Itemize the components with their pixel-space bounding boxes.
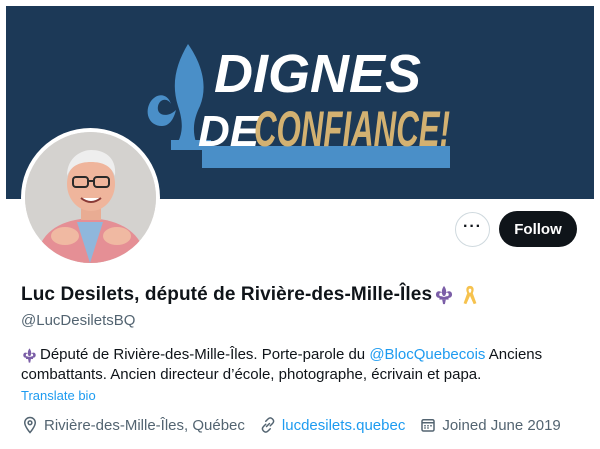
- translate-bio-link[interactable]: Translate bio: [21, 388, 96, 403]
- banner-headline-line1: DIGNES: [214, 44, 421, 104]
- bio-line-2: combattants. Ancien directeur d’école, p…: [21, 366, 482, 383]
- banner-headline-main: CONFIANCE!: [254, 101, 450, 157]
- bio-text: Député de Rivière-des-Mille-Îles. Porte-…: [40, 346, 370, 363]
- location-pin-icon: [23, 416, 37, 434]
- banner-headline-prefix: DE: [198, 107, 261, 156]
- more-options-button[interactable]: ···: [455, 212, 490, 247]
- calendar-icon: [421, 419, 436, 432]
- link-icon: [261, 417, 275, 433]
- joined-date: Joined June 2019: [442, 416, 561, 434]
- fleur-de-lis-icon: [23, 347, 36, 363]
- yellow-ribbon-icon: [463, 285, 477, 305]
- joined-item: Joined June 2019: [419, 416, 561, 434]
- more-horizontal-icon: ···: [463, 217, 482, 235]
- website-link[interactable]: lucdesilets.quebec: [282, 417, 405, 434]
- profile-photo: [25, 132, 156, 263]
- follow-button[interactable]: Follow: [499, 211, 577, 247]
- location-text: Rivière-des-Mille-Îles, Québec: [44, 416, 245, 434]
- fleur-de-lis-icon: [436, 285, 453, 305]
- location-item: Rivière-des-Mille-Îles, Québec: [21, 416, 245, 434]
- user-handle: @LucDesiletsBQ: [21, 312, 136, 329]
- display-name: Luc Desilets, député de Rivière-des-Mill…: [21, 284, 433, 305]
- profile-meta: Rivière-des-Mille-Îles, Québec lucdesile…: [21, 416, 575, 434]
- profile-bio: Député de Rivière-des-Mille-Îles. Porte-…: [21, 345, 581, 385]
- avatar[interactable]: [21, 128, 160, 267]
- bio-mention-link[interactable]: @BlocQuebecois: [369, 345, 485, 365]
- website-item[interactable]: lucdesilets.quebec: [259, 416, 405, 434]
- bio-line-1: Député de Rivière-des-Mille-Îles. Porte-…: [21, 345, 581, 365]
- bio-text-after: Anciens: [485, 346, 543, 363]
- display-name-row: Luc Desilets, député de Rivière-des-Mill…: [21, 284, 481, 306]
